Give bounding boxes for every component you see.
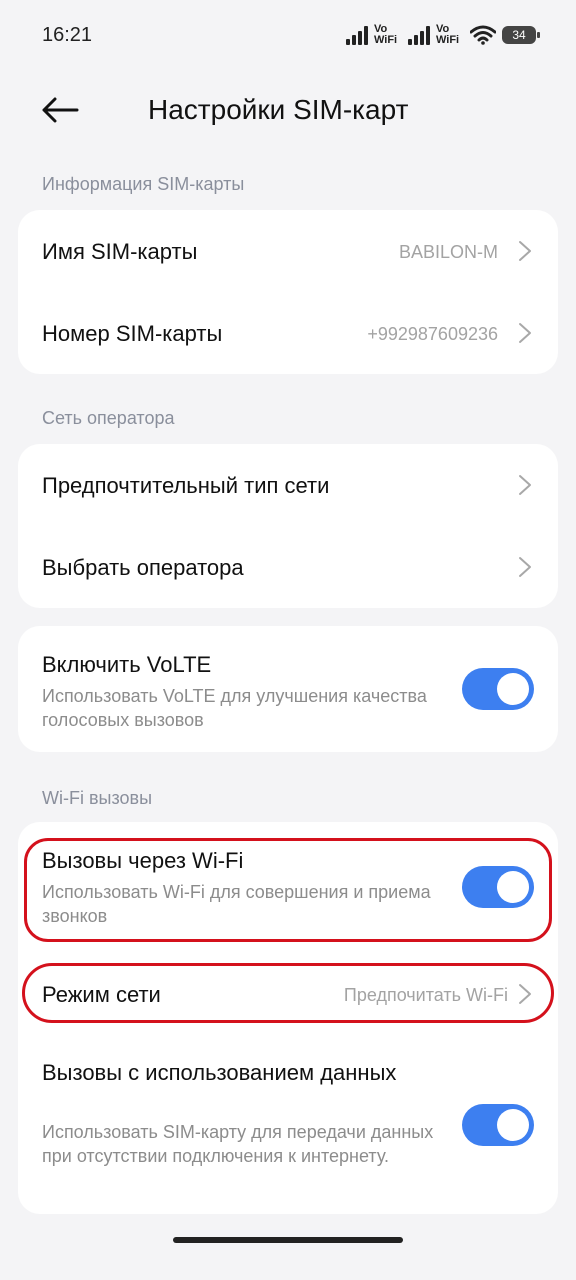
- wifi-calls-card: Вызовы через Wi-Fi Использовать Wi-Fi дл…: [18, 822, 558, 1214]
- section-title-sim-info: Информация SIM-карты: [42, 174, 245, 194]
- sim-number-label: Номер SIM-карты: [42, 321, 223, 346]
- chevron-right-icon: [519, 475, 531, 495]
- network-mode-value: Предпочитать Wi-Fi: [343, 985, 508, 1005]
- toggle-knob: [497, 673, 529, 705]
- battery-icon: 34: [502, 26, 540, 44]
- choose-operator-label: Выбрать оператора: [42, 555, 244, 580]
- status-time: 16:21: [42, 24, 93, 46]
- page-title: Настройки SIM-карт: [148, 94, 409, 125]
- preferred-network-row[interactable]: Предпочтительный тип сети: [18, 444, 558, 526]
- choose-operator-row[interactable]: Выбрать оператора: [18, 526, 558, 608]
- chevron-right-icon: [519, 323, 531, 343]
- chevron-right-icon: [519, 984, 531, 1004]
- volte-toggle[interactable]: [462, 668, 534, 710]
- home-indicator[interactable]: [173, 1237, 403, 1243]
- section-title-operator: Сеть оператора: [42, 408, 175, 428]
- volte-subtitle: Использовать VoLTE для улучшения качеств…: [42, 686, 427, 730]
- data-calls-toggle[interactable]: [462, 1104, 534, 1146]
- operator-card: Предпочтительный тип сети Выбрать операт…: [18, 444, 558, 608]
- toggle-knob: [497, 1109, 529, 1141]
- sim-number-value: +992987609236: [367, 324, 498, 344]
- wifi-calling-subtitle: Использовать Wi-Fi для совершения и прие…: [42, 882, 431, 926]
- chevron-right-icon: [519, 557, 531, 577]
- battery-level: 34: [512, 28, 526, 42]
- network-mode-label: Режим сети: [42, 982, 161, 1007]
- volte-row[interactable]: Включить VoLTE Использовать VoLTE для ул…: [18, 626, 558, 752]
- vowifi-icon-2: Vo WiFi: [436, 23, 460, 46]
- sim-name-label: Имя SIM-карты: [42, 239, 198, 264]
- network-mode-row[interactable]: Режим сети Предпочитать Wi-Fi: [18, 952, 558, 1034]
- wifi-calling-label: Вызовы через Wi-Fi: [42, 848, 244, 873]
- sim-info-card: Имя SIM-карты BABILON-M Номер SIM-карты …: [18, 210, 558, 374]
- sim-name-value: BABILON-M: [398, 242, 498, 262]
- wifi-calling-row[interactable]: Вызовы через Wi-Fi Использовать Wi-Fi дл…: [18, 822, 558, 952]
- wifi-icon: [470, 25, 496, 45]
- section-title-wifi-calls: Wi-Fi вызовы: [42, 788, 153, 808]
- arrow-left-icon: [42, 97, 79, 123]
- vowifi-icon-1: Vo WiFi: [374, 23, 398, 46]
- volte-card: Включить VoLTE Использовать VoLTE для ул…: [18, 626, 558, 752]
- sim-number-row[interactable]: Номер SIM-карты +992987609236: [18, 292, 558, 374]
- back-button[interactable]: [36, 88, 84, 132]
- data-calls-label: Вызовы с использованием данных: [42, 1060, 397, 1085]
- status-icons: Vo WiFi Vo WiFi 34: [346, 22, 540, 48]
- signal-icon-2: [408, 25, 430, 45]
- toggle-knob: [497, 871, 529, 903]
- signal-icon-1: [346, 25, 368, 45]
- sim-name-row[interactable]: Имя SIM-карты BABILON-M: [18, 210, 558, 292]
- data-calls-subtitle: Использовать SIM-карту для передачи данн…: [42, 1122, 434, 1166]
- status-bar: 16:21 Vo WiFi Vo WiFi 34: [0, 0, 576, 70]
- preferred-network-label: Предпочтительный тип сети: [42, 473, 330, 498]
- data-calls-row[interactable]: Вызовы с использованием данных Использов…: [18, 1046, 558, 1214]
- volte-label: Включить VoLTE: [42, 652, 212, 677]
- wifi-calling-toggle[interactable]: [462, 866, 534, 908]
- chevron-right-icon: [519, 241, 531, 261]
